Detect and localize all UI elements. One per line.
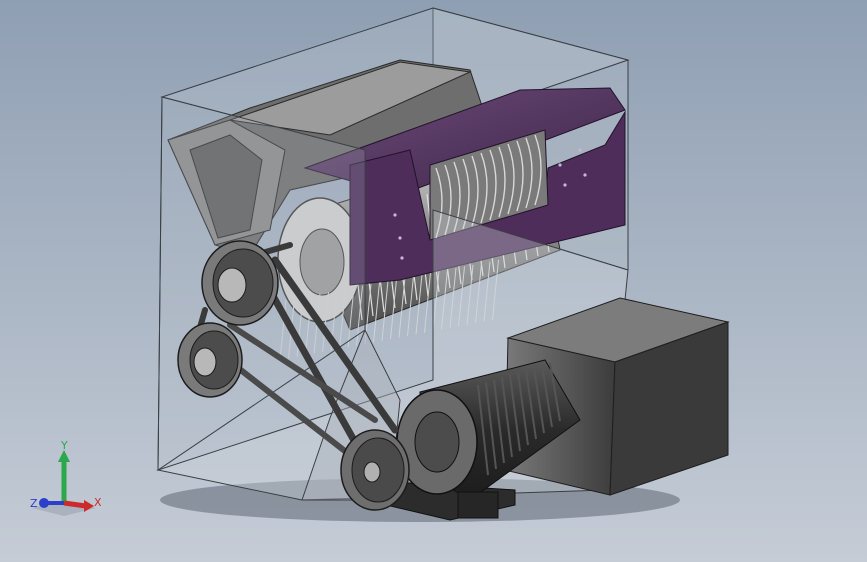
guard-bolt	[563, 183, 567, 187]
guard-bolt	[578, 148, 582, 152]
guard-bolt	[393, 213, 397, 217]
upper-pulley-bore	[217, 267, 247, 303]
motor-end-cap	[414, 411, 460, 473]
guard-bolt	[398, 236, 402, 240]
upper-pulley[interactable]	[201, 240, 279, 326]
x-axis-arrowhead	[84, 500, 94, 512]
motor-foot	[457, 491, 499, 519]
lower-pulley[interactable]	[177, 322, 243, 398]
guard-bolt	[400, 256, 404, 260]
cad-viewport[interactable]: Y X Z	[0, 0, 867, 562]
axis-triad[interactable]: Y X Z	[22, 440, 112, 520]
z-axis-label: Z	[30, 497, 38, 510]
lower-pulley-bore	[193, 347, 217, 377]
motor-pulley[interactable]	[340, 429, 410, 511]
z-axis-indicator	[39, 498, 49, 508]
guard-bolt	[583, 173, 587, 177]
x-axis-arrow	[63, 500, 87, 509]
motor-pulley-bore	[363, 461, 381, 483]
model-scene[interactable]	[0, 0, 867, 562]
y-axis-label: Y	[60, 440, 68, 452]
guard-bolt	[558, 163, 562, 167]
x-axis-label: X	[94, 496, 102, 509]
